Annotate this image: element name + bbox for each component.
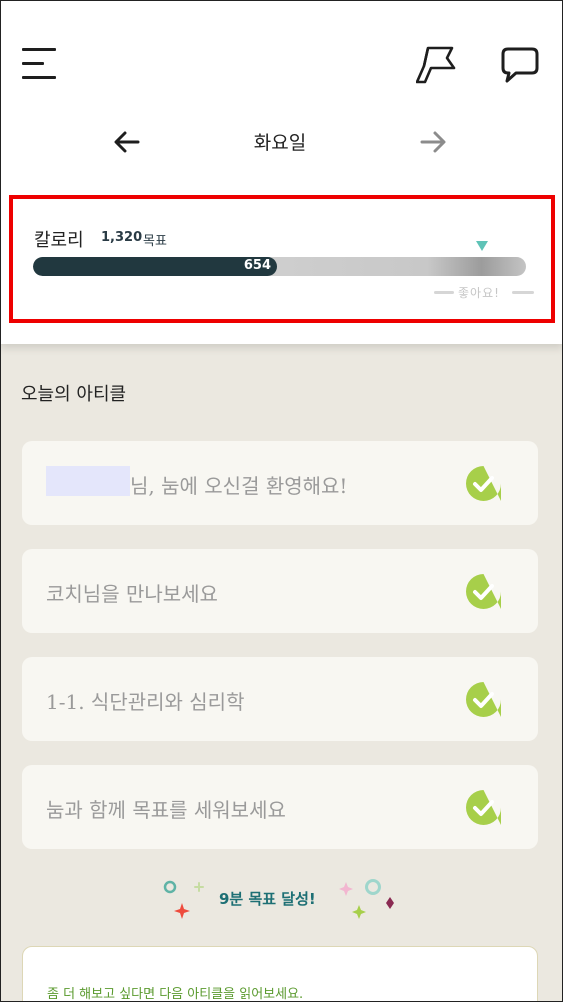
chat-bubble-icon[interactable]	[500, 45, 540, 85]
article-card-coach[interactable]: 코치님을 만나보세요	[22, 549, 538, 633]
user-name-placeholder	[46, 466, 130, 496]
confetti-right-icon	[339, 879, 394, 919]
achievement-text: 9분 목표 달성!	[219, 890, 316, 908]
hamburger-menu-icon[interactable]	[22, 48, 56, 80]
next-article-card[interactable]: 좀 더 해보고 싶다면 다음 아티클을 읽어보세요.	[22, 946, 538, 1002]
top-panel: 화요일 칼로리 1,320 목표 654 좋아요!	[0, 0, 563, 344]
calorie-label: 칼로리	[34, 230, 84, 251]
article-card-psychology[interactable]: 1-1. 식단관리와 심리학	[22, 657, 538, 741]
calorie-goal-value: 1,320	[101, 230, 143, 245]
section-title: 오늘의 아티클	[21, 384, 127, 405]
next-article-prompt: 좀 더 해보고 싶다면 다음 아티클을 읽어보세요.	[47, 987, 304, 1002]
calorie-progress-bar: 654	[33, 257, 526, 276]
calorie-progress-fill: 654	[33, 257, 277, 276]
check-icon	[466, 790, 501, 825]
day-navigator: 화요일	[0, 124, 563, 160]
arrow-left-icon[interactable]	[112, 130, 142, 154]
confetti-left-icon	[163, 880, 204, 919]
article-card-welcome[interactable]: 님, 눔에 오신걸 환영해요!	[22, 441, 538, 525]
article-title: 눔과 함께 목표를 세워보세요	[46, 798, 286, 822]
flag-icon[interactable]	[416, 44, 458, 86]
article-title: 님, 눔에 오신걸 환영해요!	[130, 474, 348, 498]
check-icon	[466, 466, 501, 501]
check-icon	[466, 682, 501, 717]
article-title: 코치님을 만나보세요	[46, 582, 218, 606]
article-card-goals[interactable]: 눔과 함께 목표를 세워보세요	[22, 765, 538, 849]
good-range-label: 좋아요!	[458, 286, 500, 300]
arrow-right-icon[interactable]	[418, 130, 448, 154]
achievement-banner: 9분 목표 달성!	[160, 876, 400, 920]
check-icon	[466, 574, 501, 609]
calorie-goal-label: 목표	[143, 234, 167, 249]
good-range-indicator: 좋아요!	[434, 284, 534, 300]
day-title: 화요일	[253, 132, 307, 154]
goal-marker-icon	[476, 241, 488, 251]
calorie-current-value: 654	[243, 258, 271, 273]
article-title: 1-1. 식단관리와 심리학	[46, 690, 245, 714]
